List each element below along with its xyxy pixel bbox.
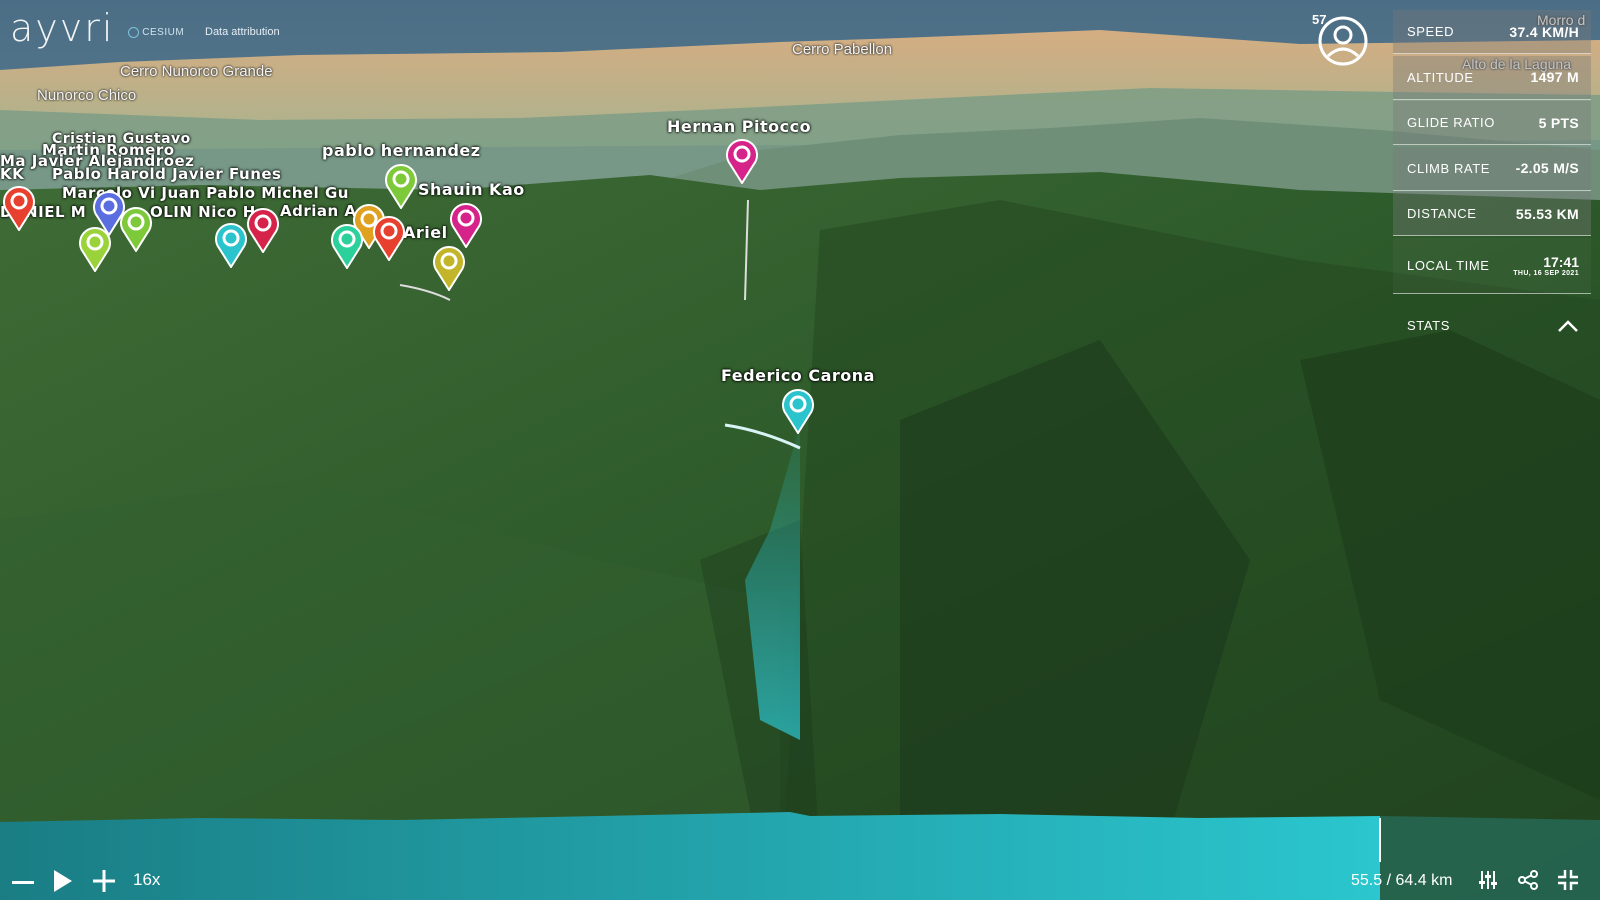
pilot-marker-icon[interactable] xyxy=(432,245,466,291)
stat-label: ALTITUDE xyxy=(1407,69,1474,85)
pilot-marker-icon[interactable] xyxy=(330,223,364,269)
stat-glide-ratio: GLIDE RATIO 5 PTS xyxy=(1393,101,1591,145)
stat-value: -2.05 M/S xyxy=(1515,160,1579,176)
playback-bar: 16x 55.5 / 64.4 km xyxy=(0,844,1600,900)
stat-value: 37.4 KM/H xyxy=(1509,23,1579,40)
share-icon[interactable] xyxy=(1517,870,1539,890)
stat-label: CLIMB RATE xyxy=(1407,160,1491,176)
stats-panel: SPEED 37.4 KM/H ALTITUDE 1497 M GLIDE RA… xyxy=(1393,10,1591,346)
play-icon[interactable] xyxy=(53,869,73,893)
stats-toggle[interactable]: STATS xyxy=(1393,306,1591,346)
settings-sliders-icon[interactable] xyxy=(1478,870,1498,890)
pilot-marker-icon[interactable] xyxy=(725,138,759,184)
pilot-marker-icon[interactable] xyxy=(214,222,248,268)
pilot-label[interactable]: Pablo Harold Javier Funes xyxy=(52,165,281,183)
stat-local-time: LOCAL TIME 17:41 THU, 16 SEP 2021 xyxy=(1393,237,1591,294)
data-attribution-link[interactable]: Data attribution xyxy=(205,26,280,38)
pilot-marker-icon[interactable] xyxy=(372,215,406,261)
stat-value: 5 PTS xyxy=(1538,114,1579,131)
minus-icon[interactable] xyxy=(12,880,34,886)
app-logo[interactable]: ayvri xyxy=(10,6,114,50)
place-label: Nunorco Chico xyxy=(37,87,137,104)
user-avatar-icon[interactable] xyxy=(1318,16,1368,66)
distance-progress: 55.5 / 64.4 km xyxy=(1351,872,1453,889)
date-value: THU, 16 SEP 2021 xyxy=(1513,269,1579,277)
place-label: Cerro Nunorco Grande xyxy=(120,63,273,80)
pilot-label[interactable]: Adrian A xyxy=(280,202,357,220)
stat-label: SPEED xyxy=(1407,24,1455,39)
pilot-marker-icon[interactable] xyxy=(78,226,112,272)
playback-speed[interactable]: 16x xyxy=(133,870,160,890)
pilot-label[interactable]: pablo hernandez xyxy=(322,141,481,160)
stat-label: LOCAL TIME xyxy=(1407,257,1490,273)
exit-fullscreen-icon[interactable] xyxy=(1557,869,1579,891)
pilot-label[interactable]: KK xyxy=(0,165,24,183)
stat-value: 17:41 THU, 16 SEP 2021 xyxy=(1513,254,1579,277)
pilot-marker-icon[interactable] xyxy=(246,207,280,253)
stat-label: DISTANCE xyxy=(1407,206,1477,221)
pilot-label[interactable]: Hernan Pitocco xyxy=(667,117,811,136)
stat-speed: SPEED 37.4 KM/H xyxy=(1393,10,1591,54)
plus-icon[interactable] xyxy=(93,870,115,892)
stat-value: 55.53 KM xyxy=(1515,205,1579,222)
pilot-marker-icon[interactable] xyxy=(2,185,36,231)
stat-climb-rate: CLIMB RATE -2.05 M/S xyxy=(1393,146,1591,191)
pilot-label[interactable]: Federico Carona xyxy=(721,366,875,385)
cesium-logo[interactable]: CESIUM xyxy=(128,27,184,38)
pilot-marker-icon[interactable] xyxy=(781,388,815,434)
stats-toggle-label: STATS xyxy=(1407,318,1450,333)
stat-distance: DISTANCE 55.53 KM xyxy=(1393,192,1591,236)
stat-label: GLIDE RATIO xyxy=(1407,115,1495,130)
stat-value: 1497 M xyxy=(1530,69,1579,85)
stat-altitude: ALTITUDE 1497 M xyxy=(1393,55,1591,100)
time-value: 17:41 xyxy=(1543,253,1579,270)
place-label: Cerro Pabellon xyxy=(792,41,893,58)
pilot-label[interactable]: Shauin Kao xyxy=(418,180,525,199)
pilot-label[interactable]: Ariel xyxy=(403,223,448,242)
chevron-up-icon[interactable] xyxy=(1557,319,1579,333)
pilot-marker-icon[interactable] xyxy=(449,202,483,248)
pilot-marker-icon[interactable] xyxy=(384,163,418,209)
